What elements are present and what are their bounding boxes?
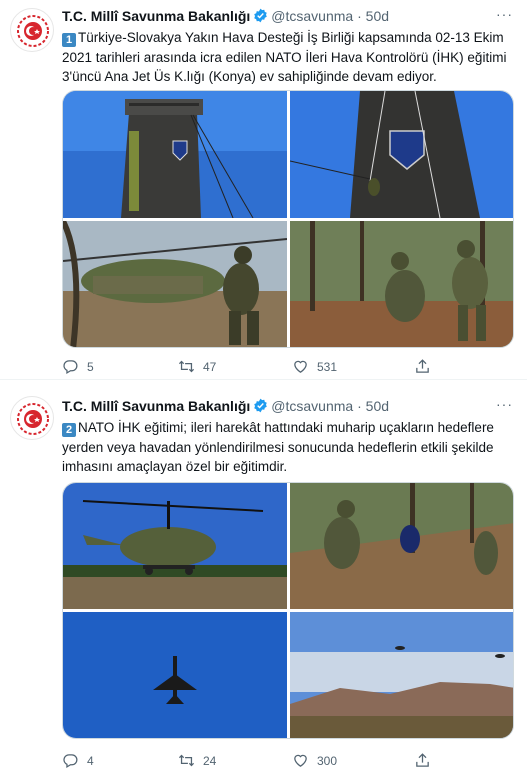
tweet-photo[interactable] [290,483,513,609]
like-button[interactable]: 300 [292,752,337,769]
like-count: 531 [317,359,338,374]
share-button[interactable] [414,752,439,769]
tower-photo-icon [63,91,287,218]
tweet-timestamp[interactable]: 50d [366,8,389,24]
share-icon [416,359,429,373]
tweet-divider [0,379,527,380]
more-options-icon[interactable]: ··· [496,396,513,412]
retweet-button[interactable]: 24 [178,752,216,769]
tweet-photo[interactable] [63,221,287,347]
share-button[interactable] [414,358,439,375]
author-name[interactable]: T.C. Millî Savunma Bakanlığı [62,8,250,24]
tweet-timestamp[interactable]: 50d [366,398,389,414]
verified-badge-icon [254,8,268,23]
fighter-jet-photo-icon [63,612,287,738]
reply-icon [63,754,78,769]
forest-soldiers-photo-icon [290,221,513,347]
like-button[interactable]: 531 [292,358,337,375]
reply-button[interactable]: 4 [62,752,94,769]
tweet-photo[interactable] [63,612,287,738]
hillside-soldiers-photo-icon [290,483,513,609]
tweet-photo[interactable] [290,612,513,738]
retweet-button[interactable]: 47 [178,358,216,375]
tweet-photo[interactable] [290,221,513,347]
ministry-logo-icon [17,403,49,435]
media-grid [62,482,514,739]
retweet-count: 47 [203,359,217,374]
share-icon [416,753,429,767]
heart-icon [294,360,307,373]
tweet-text: 1 Türkiye-Slovakya Yakın Hava Desteği İş … [62,30,507,84]
helicopter-photo-icon [63,483,287,609]
more-options-icon[interactable]: ··· [496,6,513,22]
retweet-icon [178,754,195,767]
keycap-number: 1 [62,33,76,47]
mountain-aircraft-photo-icon [290,612,513,738]
tweet-photo[interactable] [290,91,513,218]
reply-icon [63,360,78,375]
tweet-photo[interactable] [63,91,287,218]
tweet-photo[interactable] [63,483,287,609]
avatar[interactable] [10,396,54,440]
rappel-photo-icon [290,91,513,218]
heart-icon [294,754,307,767]
ministry-logo-icon [17,15,49,47]
verified-badge-icon [254,398,268,413]
author-handle[interactable]: @tcsavunma [271,8,353,24]
reply-button[interactable]: 5 [62,358,94,375]
reply-count: 4 [87,753,94,768]
like-count: 300 [317,753,338,768]
tweet-text: 2 NATO İHK eğitimi; ileri harekât hattınd… [62,420,494,474]
author-name[interactable]: T.C. Millî Savunma Bakanlığı [62,398,250,414]
author-handle[interactable]: @tcsavunma [271,398,353,414]
media-grid [62,90,514,348]
retweet-icon [178,360,195,373]
keycap-number: 2 [62,423,76,437]
avatar[interactable] [10,8,54,52]
helicopter-soldier-photo-icon [63,221,287,347]
reply-count: 5 [87,359,94,374]
retweet-count: 24 [203,753,217,768]
